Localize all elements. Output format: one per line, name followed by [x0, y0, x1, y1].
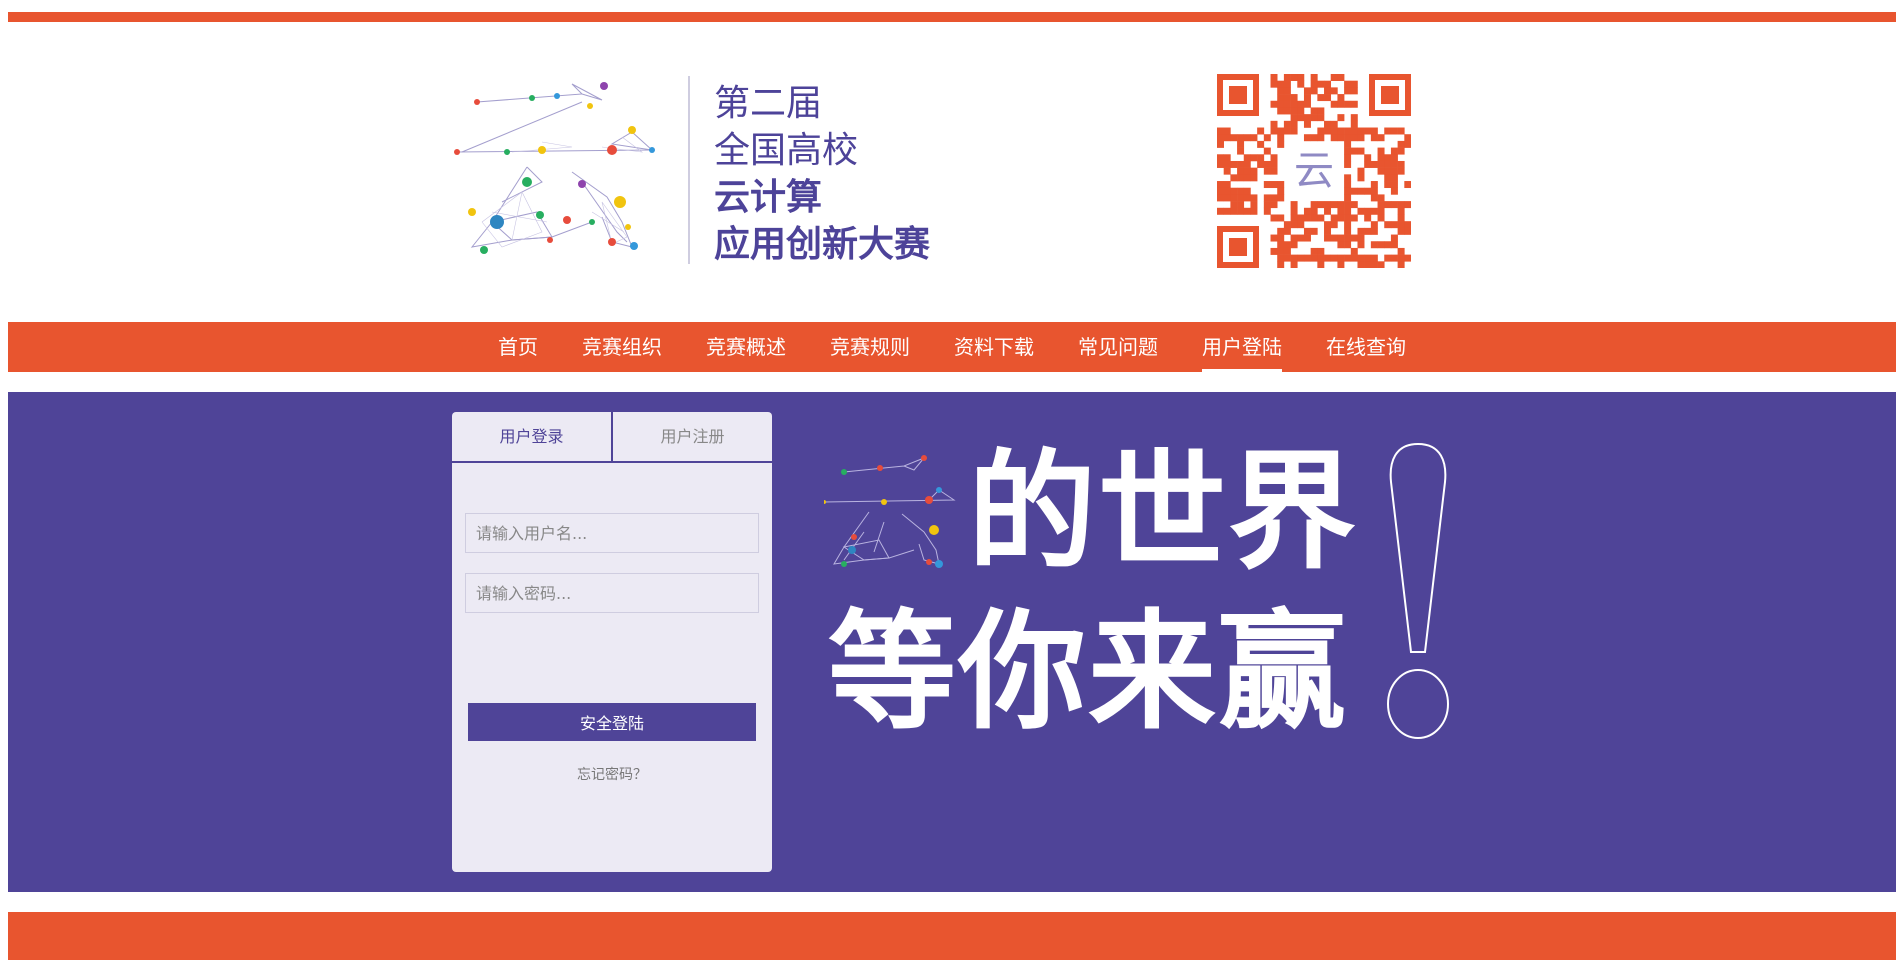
nav-item-rules[interactable]: 竞赛规则 — [830, 322, 910, 372]
page: 第二届 全国高校 云计算 应用创新大赛 云 首页 竞赛组织 竞赛概述 竞赛规则 … — [0, 0, 1904, 960]
slogan-line-1: 的世界 — [968, 437, 1359, 587]
nav-item-downloads[interactable]: 资料下载 — [954, 322, 1034, 372]
qr-code-icon: 云 — [1217, 74, 1412, 269]
brand-title: 第二届 全国高校 云计算 应用创新大赛 — [714, 80, 930, 268]
brand-line-4: 应用创新大赛 — [714, 224, 931, 265]
yun-mini-logo-icon — [824, 455, 956, 568]
top-stripe — [8, 12, 1896, 22]
nav-item-overview[interactable]: 竞赛概述 — [706, 322, 786, 372]
nav-item-home[interactable]: 首页 — [498, 322, 538, 372]
footer-band — [8, 912, 1896, 960]
brand-line-3: 云计算 — [714, 177, 823, 218]
qr-code: 云 — [1217, 74, 1412, 269]
login-submit-button[interactable]: 安全登陆 — [468, 703, 756, 741]
tab-login[interactable]: 用户登录 — [452, 412, 613, 461]
forgot-password-link[interactable]: 忘记密码？ — [452, 764, 772, 784]
hero-slogan: 的世界 等你来赢 — [818, 442, 1478, 782]
nav-item-user-login[interactable]: 用户登陆 — [1202, 322, 1282, 372]
username-input[interactable] — [465, 513, 759, 553]
login-card: 用户登录 用户注册 安全登陆 忘记密码？ — [452, 412, 772, 872]
password-input[interactable] — [465, 573, 759, 613]
yun-network-logo-icon — [454, 82, 655, 254]
nav-item-faq[interactable]: 常见问题 — [1078, 322, 1158, 372]
nav-item-organization[interactable]: 竞赛组织 — [582, 322, 662, 372]
nav-menu: 首页 竞赛组织 竞赛概述 竞赛规则 资料下载 常见问题 用户登陆 在线查询 — [8, 322, 1896, 372]
qr-center-glyph: 云 — [1294, 148, 1334, 194]
brand-line-2: 全国高校 — [714, 130, 859, 171]
main-navbar: 首页 竞赛组织 竞赛概述 竞赛规则 资料下载 常见问题 用户登陆 在线查询 — [8, 322, 1896, 372]
brand-divider — [688, 76, 690, 264]
nav-item-online-query[interactable]: 在线查询 — [1326, 322, 1406, 372]
hero-banner: 用户登录 用户注册 安全登陆 忘记密码？ — [8, 392, 1896, 892]
brand-line-1: 第二届 — [714, 83, 823, 124]
login-tabs: 用户登录 用户注册 — [452, 412, 772, 463]
slogan-line-2: 等你来赢 — [828, 597, 1349, 747]
brand-logo: 第二届 全国高校 云计算 应用创新大赛 — [452, 72, 942, 272]
tab-register[interactable]: 用户注册 — [613, 412, 772, 461]
exclamation-mark-icon — [1387, 442, 1449, 739]
